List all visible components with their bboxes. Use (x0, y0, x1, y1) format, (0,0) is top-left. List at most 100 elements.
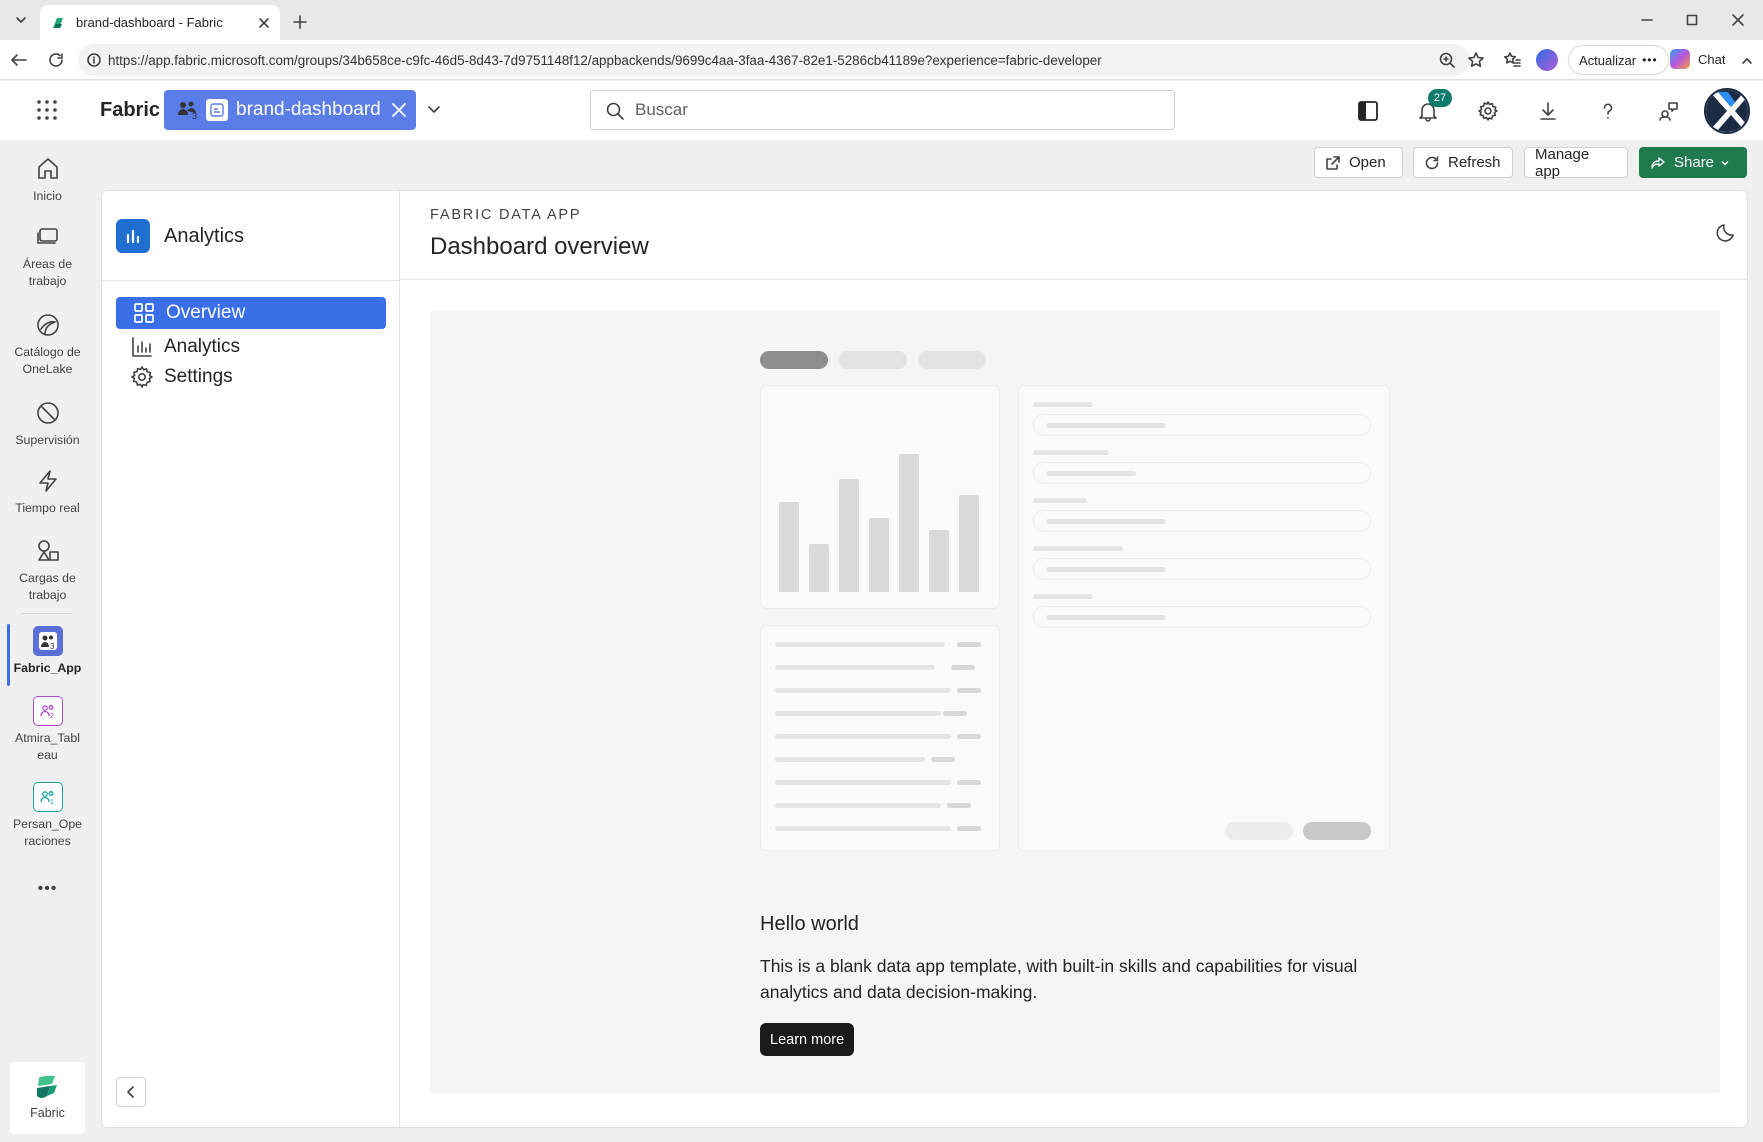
rail-item-workloads[interactable]: Cargas de trabajo (0, 536, 95, 604)
rail-item-monitor[interactable]: Supervisión (0, 398, 95, 449)
rail-item-persan[interactable]: 1 Persan_Operaciones (0, 782, 95, 850)
open-external-icon (1325, 155, 1341, 171)
collapse-sidebar-button[interactable] (116, 1077, 146, 1107)
dark-mode-moon-icon[interactable] (1716, 221, 1738, 243)
onelake-catalog-icon (33, 310, 63, 340)
panel-toggle-icon[interactable] (1352, 95, 1384, 127)
illustration-list-card (760, 625, 1000, 851)
rail-label: Supervisión (15, 433, 80, 447)
chat-label: Chat (1698, 51, 1726, 67)
help-icon[interactable] (1592, 95, 1624, 127)
lightning-icon (33, 466, 63, 496)
update-label: Actualizar (1579, 52, 1637, 68)
share-icon (1650, 155, 1666, 171)
app-chip-label: brand-dashboard (236, 99, 381, 120)
illustration-tab-pill (839, 351, 907, 369)
app-launcher-icon[interactable] (36, 99, 58, 121)
hero-description: This is a blank data app template, with … (760, 953, 1400, 1005)
refresh-label: Refresh (1448, 154, 1501, 171)
nav-label: Settings (164, 366, 233, 387)
search-icon (605, 101, 625, 121)
zoom-icon[interactable] (1438, 51, 1456, 69)
hero-panel: Hello world This is a blank data app tem… (430, 311, 1720, 1093)
fabric-switcher[interactable]: Fabric (10, 1062, 85, 1134)
sidebar-chevron-icon[interactable] (1740, 51, 1754, 69)
notifications-icon[interactable]: 27 (1412, 89, 1452, 127)
site-info-icon[interactable] (86, 52, 102, 68)
maximize-icon[interactable] (1670, 8, 1714, 32)
avatar[interactable] (1704, 88, 1750, 134)
rail-item-workspaces[interactable]: Áreas de trabajo (0, 222, 95, 290)
share-button[interactable]: Share (1639, 147, 1747, 178)
rail-divider (22, 613, 72, 614)
workspace-icon: 3 (176, 99, 200, 121)
open-label: Open (1349, 154, 1386, 171)
url-field[interactable]: https://app.fabric.microsoft.com/groups/… (78, 44, 1470, 76)
favorites-list-icon[interactable] (1503, 51, 1521, 69)
app-name: Analytics (164, 224, 245, 247)
search-placeholder: Buscar (635, 100, 688, 119)
fabric-favicon-icon (50, 15, 66, 31)
rail-label: Atmira_Tableau (15, 731, 80, 762)
app-frame: Analytics Overview Analytics Settings FA… (101, 190, 1748, 1128)
minimize-icon[interactable] (1625, 8, 1669, 32)
app-chip[interactable]: 3 brand-dashboard (164, 90, 416, 130)
svg-text:2: 2 (50, 713, 54, 720)
illustration-bar-card (760, 385, 1000, 609)
header-divider (400, 279, 1747, 280)
rail-item-onelake[interactable]: Catálogo de OneLake (0, 310, 95, 378)
rail-more-button[interactable]: ••• (0, 880, 95, 897)
more-icon: ••• (1642, 53, 1658, 67)
search-input[interactable]: Buscar (590, 90, 1175, 130)
fabric-header: Fabric 3 brand-dashboard Buscar 27 (0, 81, 1763, 140)
reload-icon[interactable] (47, 51, 65, 69)
download-icon[interactable] (1532, 95, 1564, 127)
close-window-icon[interactable] (1716, 8, 1760, 32)
tab-list-chevron-icon[interactable] (8, 8, 34, 32)
brand-name[interactable]: Fabric (100, 99, 160, 122)
chevron-left-icon (124, 1085, 138, 1099)
rail-item-home[interactable]: Inicio (0, 154, 95, 205)
share-label: Share (1674, 154, 1715, 171)
tab-title: brand-dashboard - Fabric (76, 15, 223, 30)
nav-item-overview[interactable]: Overview (116, 297, 386, 329)
share-feedback-icon[interactable] (1652, 95, 1684, 127)
manage-app-button[interactable]: Manage app (1524, 146, 1628, 180)
nav-label: Overview (166, 302, 246, 323)
page-title: Dashboard overview (430, 233, 649, 260)
refresh-button[interactable]: Refresh (1413, 147, 1513, 178)
left-rail: Inicio Áreas de trabajo Catálogo de OneL… (0, 140, 95, 1142)
back-icon[interactable] (10, 52, 28, 68)
copilot-chat-button[interactable]: Chat (1670, 49, 1725, 69)
workloads-icon (33, 536, 63, 566)
monitor-icon (33, 398, 63, 428)
app-icon (206, 99, 228, 121)
illustration-form-card (1018, 385, 1390, 851)
rail-label: Persan_Operaciones (12, 817, 83, 848)
settings-gear-icon[interactable] (1472, 95, 1504, 127)
copilot-icon (1670, 49, 1690, 69)
nav-item-analytics[interactable]: Analytics (116, 331, 386, 363)
nav-item-settings[interactable]: Settings (116, 361, 386, 393)
close-tab-icon[interactable] (258, 17, 270, 29)
rail-item-realtime[interactable]: Tiempo real (0, 466, 95, 517)
browser-tab[interactable]: brand-dashboard - Fabric (40, 5, 280, 40)
browser-tab-strip: brand-dashboard - Fabric (0, 0, 1763, 40)
app-switch-chevron-icon[interactable] (426, 103, 442, 117)
rail-label: Catálogo de OneLake (14, 345, 81, 376)
url-text: https://app.fabric.microsoft.com/groups/… (108, 52, 1102, 68)
rail-label: Inicio (33, 189, 62, 203)
close-app-icon[interactable] (391, 102, 407, 118)
learn-more-button[interactable]: Learn more (760, 1023, 855, 1056)
illustration-tab-pill (760, 351, 828, 369)
update-button[interactable]: Actualizar ••• (1568, 45, 1669, 75)
open-button[interactable]: Open (1314, 147, 1403, 178)
rail-item-fabric-app[interactable]: 3 Fabric_App (0, 626, 95, 677)
browser-profile-icon[interactable] (1536, 49, 1558, 71)
favorite-star-icon[interactable] (1467, 51, 1485, 69)
rail-label: Fabric_App (13, 661, 82, 675)
rail-item-atmira[interactable]: 2 Atmira_Tableau (0, 696, 95, 764)
new-tab-icon[interactable] (288, 10, 312, 34)
rail-label: Áreas de trabajo (22, 257, 73, 288)
svg-text:1: 1 (50, 799, 54, 806)
